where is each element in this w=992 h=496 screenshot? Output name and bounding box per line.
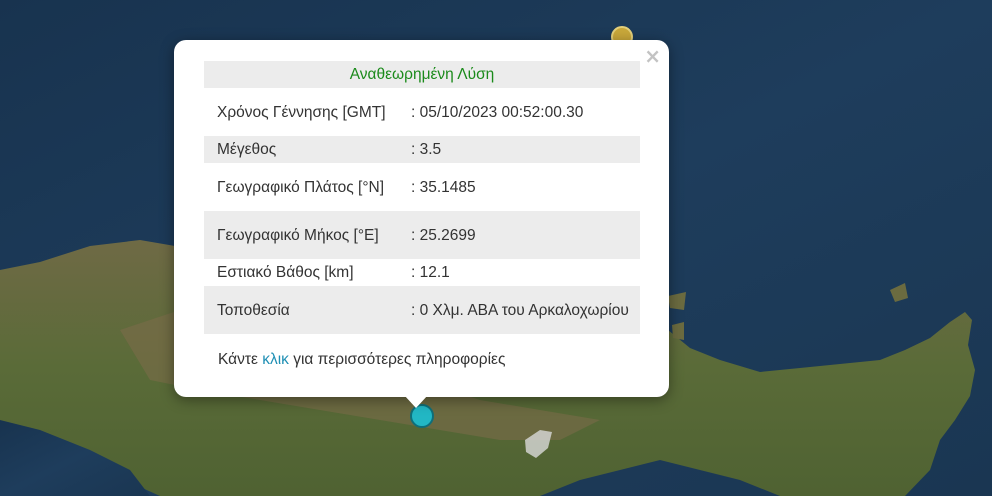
latitude-label: Γεωγραφικό Πλάτος [°N] — [217, 178, 385, 196]
popup-title-row: Αναθεωρημένη Λύση — [204, 61, 640, 88]
more-info-footer: Κάντε κλικ για περισσότερες πληροφορίες — [218, 351, 505, 369]
longitude-value: : 25.2699 — [411, 211, 640, 259]
location-value: : 0 Χλμ. ΑΒΑ του Αρκαλοχωρίου — [411, 286, 640, 334]
earthquake-info-popup: × Αναθεωρημένη Λύση Χρόνος Γέννησης [GMT… — [174, 40, 669, 408]
close-icon[interactable]: × — [644, 46, 661, 66]
depth-label: Εστιακό Βάθος [km] — [217, 264, 354, 281]
more-info-link[interactable]: κλικ — [262, 351, 289, 368]
popup-tip — [404, 395, 428, 408]
satellite-map[interactable]: × Αναθεωρημένη Λύση Χρόνος Γέννησης [GMT… — [0, 0, 992, 496]
more-info-prefix: Κάντε — [218, 351, 263, 368]
table-row: Μέγεθος : 3.5 — [204, 136, 640, 163]
longitude-label: Γεωγραφικό Μήκος [°E] — [204, 211, 411, 259]
table-row: Γεωγραφικό Πλάτος [°N] : 35.1485 — [204, 163, 640, 211]
magnitude-value: : 3.5 — [411, 136, 640, 163]
table-row: Εστιακό Βάθος [km] : 12.1 — [204, 259, 640, 286]
location-label: Τοποθεσία — [204, 286, 411, 334]
table-row: Τοποθεσία : 0 Χλμ. ΑΒΑ του Αρκαλοχωρίου — [204, 286, 640, 334]
origin-time-label: Χρόνος Γέννησης [GMT] — [217, 103, 386, 121]
table-row: Γεωγραφικό Μήκος [°E] : 25.2699 — [204, 211, 640, 259]
magnitude-label: Μέγεθος — [204, 136, 411, 163]
islet — [672, 322, 684, 340]
table-row: Χρόνος Γέννησης [GMT] : 05/10/2023 00:52… — [204, 88, 640, 136]
depth-value: : 12.1 — [411, 264, 450, 281]
earthquake-details-table: Αναθεωρημένη Λύση Χρόνος Γέννησης [GMT] … — [204, 61, 640, 334]
origin-time-value: : 05/10/2023 00:52:00.30 — [411, 103, 584, 121]
latitude-value: : 35.1485 — [411, 178, 476, 196]
popup-title: Αναθεωρημένη Λύση — [204, 61, 640, 88]
more-info-suffix: για περισσότερες πληροφορίες — [288, 351, 506, 368]
